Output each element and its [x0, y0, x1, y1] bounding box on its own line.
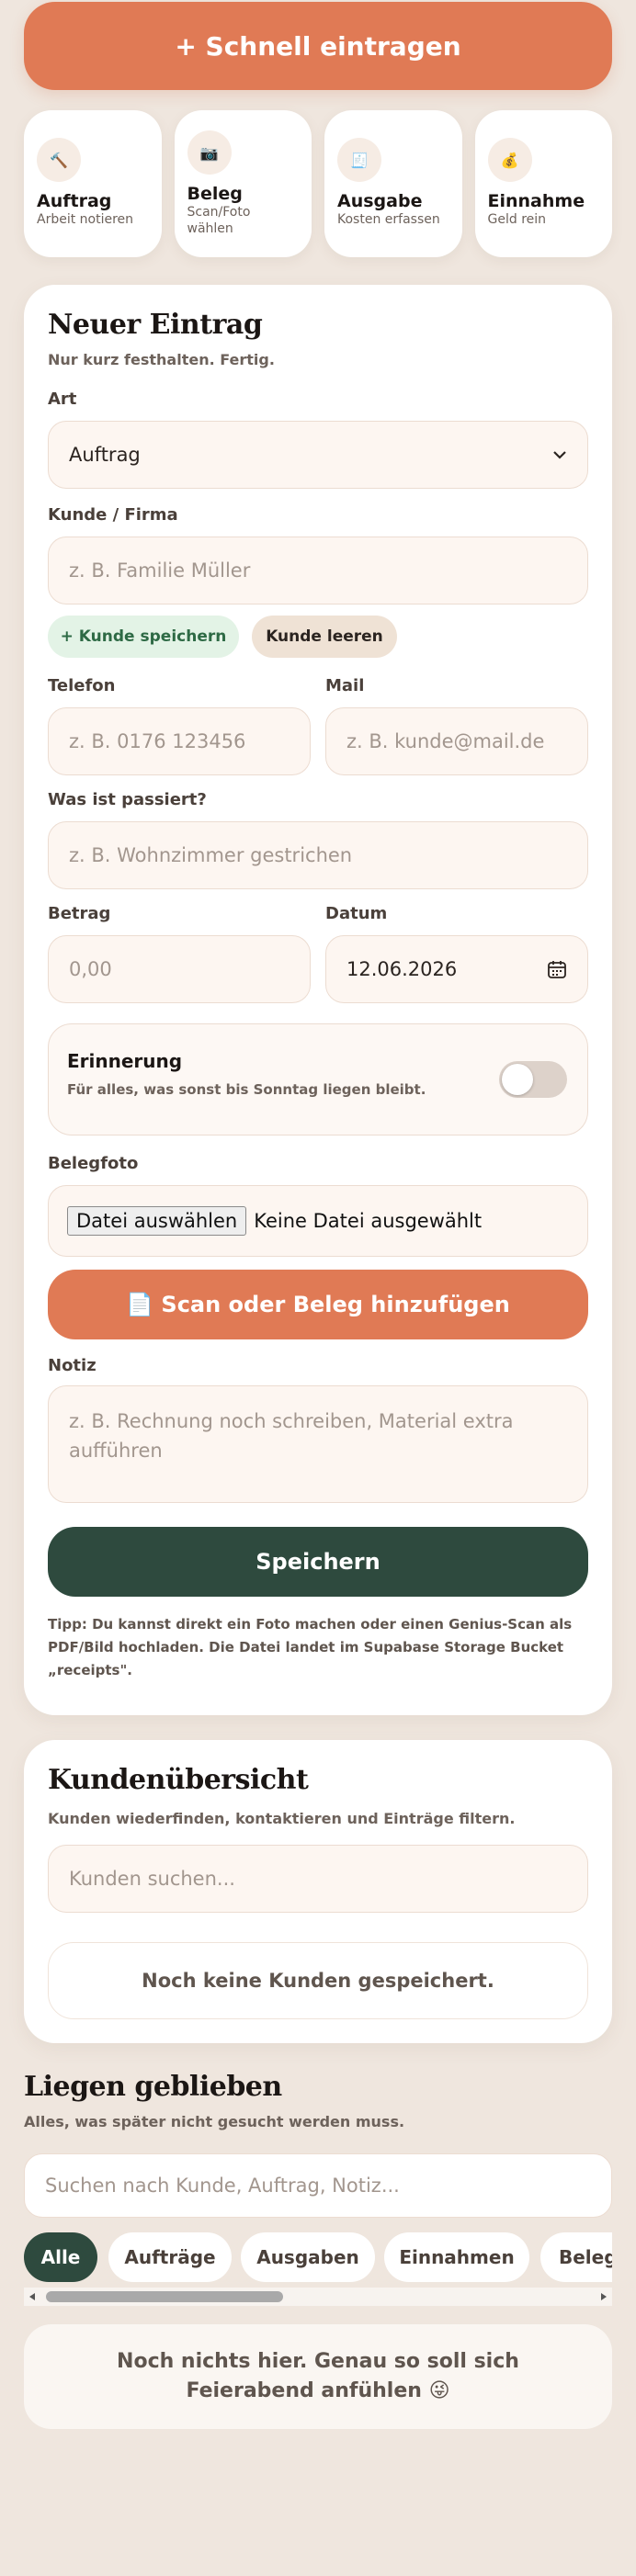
camera-icon: 📷 — [187, 130, 232, 175]
mail-label: Mail — [325, 676, 365, 695]
reminder-title: Erinnerung — [67, 1050, 183, 1072]
moneybag-icon: 💰 — [487, 138, 532, 182]
mail-input[interactable]: z. B. kunde@mail.de — [325, 707, 588, 775]
reminder-box: Erinnerung Für alles, was sonst bis Sonn… — [48, 1023, 588, 1135]
filter-belege[interactable]: Belege — [540, 2232, 612, 2282]
panel-subtitle: Kunden wiederfinden, kontaktieren und Ei… — [48, 1810, 516, 1827]
scan-receipt-button[interactable]: 📄 Scan oder Beleg hinzufügen — [48, 1270, 588, 1339]
new-entry-panel: Neuer Eintrag Nur kurz festhalten. Ferti… — [24, 285, 612, 1715]
amount-input[interactable]: 0,00 — [48, 935, 311, 1003]
chevron-down-icon — [553, 451, 566, 459]
panel-subtitle: Nur kurz festhalten. Fertig. — [48, 351, 275, 368]
hammer-icon: 🔨 — [37, 138, 81, 182]
scroll-right-icon[interactable] — [599, 2292, 608, 2301]
phone-input[interactable]: z. B. 0176 123456 — [48, 707, 311, 775]
panel-title: Kundenübersicht — [48, 1764, 309, 1796]
reminder-toggle[interactable] — [499, 1061, 567, 1098]
filter-all[interactable]: Alle — [24, 2232, 97, 2282]
what-input[interactable]: z. B. Wohnzimmer gestrichen — [48, 821, 588, 889]
date-value: 12.06.2026 — [346, 958, 458, 980]
amount-label: Betrag — [48, 904, 111, 923]
scrollbar-thumb[interactable] — [46, 2291, 283, 2302]
file-choose-button[interactable]: Datei auswählen — [67, 1206, 247, 1236]
customers-empty-state: Noch keine Kunden gespeichert. — [48, 1942, 588, 2019]
file-picker[interactable]: Datei auswählen Keine Datei ausgewählt — [48, 1185, 588, 1257]
backlog-title: Liegen geblieben — [24, 2071, 282, 2103]
quick-add-button[interactable]: + Schnell eintragen — [24, 2, 612, 90]
quick-card-subtitle: Kosten erfassen — [337, 212, 440, 227]
save-button[interactable]: Speichern — [48, 1527, 588, 1597]
backlog-search-input[interactable]: Suchen nach Kunde, Auftrag, Notiz... — [24, 2153, 612, 2218]
backlog-subtitle: Alles, was später nicht gesucht werden m… — [24, 2113, 405, 2130]
what-label: Was ist passiert? — [48, 790, 207, 809]
quick-card-subtitle: Scan/Foto wählen — [187, 205, 251, 236]
quick-card-beleg[interactable]: 📷 Beleg Scan/Foto wählen — [174, 110, 312, 257]
upload-tip: Tipp: Du kannst direkt ein Foto machen o… — [48, 1616, 573, 1678]
toggle-knob — [502, 1064, 533, 1095]
calendar-icon[interactable] — [547, 959, 567, 979]
quick-card-title: Ausgabe — [337, 191, 423, 211]
type-select[interactable]: Auftrag — [48, 421, 588, 489]
save-customer-button[interactable]: + Kunde speichern — [48, 616, 239, 658]
note-label: Notiz — [48, 1356, 97, 1375]
quick-cards: 🔨 Auftrag Arbeit notieren 📷 Beleg Scan/F… — [24, 110, 612, 257]
clear-customer-button[interactable]: Kunde leeren — [252, 616, 397, 658]
type-label: Art — [48, 390, 77, 409]
quick-card-title: Einnahme — [487, 191, 585, 211]
phone-label: Telefon — [48, 676, 116, 695]
scroll-left-icon[interactable] — [28, 2292, 37, 2301]
filter-scrollbar[interactable] — [24, 2288, 612, 2306]
panel-title: Neuer Eintrag — [48, 309, 263, 341]
date-input[interactable]: 12.06.2026 — [325, 935, 588, 1003]
quick-card-auftrag[interactable]: 🔨 Auftrag Arbeit notieren — [24, 110, 162, 257]
photo-label: Belegfoto — [48, 1154, 139, 1173]
filter-auftraege[interactable]: Aufträge — [108, 2232, 232, 2282]
quick-card-title: Auftrag — [37, 191, 112, 211]
quick-card-ausgabe[interactable]: 🧾 Ausgabe Kosten erfassen — [324, 110, 462, 257]
receipt-icon: 🧾 — [337, 138, 381, 182]
date-label: Datum — [325, 904, 388, 923]
filter-einnahmen[interactable]: Einnahmen — [384, 2232, 529, 2282]
reminder-text: Für alles, was sonst bis Sonntag liegen … — [67, 1081, 426, 1098]
note-textarea[interactable]: z. B. Rechnung noch schreiben, Material … — [48, 1385, 588, 1503]
quick-card-subtitle: Geld rein — [487, 212, 547, 227]
type-select-value: Auftrag — [69, 444, 141, 466]
quick-card-title: Beleg — [187, 184, 243, 204]
file-status: Keine Datei ausgewählt — [254, 1210, 483, 1232]
customer-label: Kunde / Firma — [48, 505, 178, 525]
customer-search-input[interactable]: Kunden suchen... — [48, 1845, 588, 1913]
backlog-empty-state: Noch nichts hier. Genau so soll sich Fei… — [24, 2324, 612, 2429]
quick-card-einnahme[interactable]: 💰 Einnahme Geld rein — [474, 110, 612, 257]
quick-card-subtitle: Arbeit notieren — [37, 212, 134, 227]
filter-ausgaben[interactable]: Ausgaben — [241, 2232, 375, 2282]
customer-input[interactable]: z. B. Familie Müller — [48, 537, 588, 604]
customers-panel: Kundenübersicht Kunden wiederfinden, kon… — [24, 1740, 612, 2043]
